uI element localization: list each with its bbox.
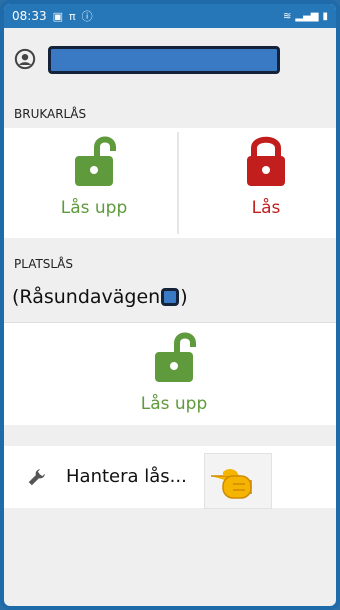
manage-locks-label: Hantera lås... [66,466,187,487]
brukarlas-lock-label: Lås [251,198,281,218]
place-name-suffix: ) [180,286,188,308]
user-row [4,28,336,92]
place-name-text: (Råsundavägen [12,286,161,308]
lock-divider [177,132,179,234]
platslas-unlock-button[interactable]: Lås upp [126,330,222,414]
status-right: ≋ ▂▄▆ ▮ [283,11,328,22]
place-redacted [161,288,180,306]
section-label-brukarlas: BRUKARLÅS [14,107,87,121]
battery-icon: ▮ [322,10,328,22]
info-icon: ⓘ [81,10,93,23]
status-time: 08:33 [12,9,47,23]
brukarlas-lock-button[interactable]: Lås [218,134,314,218]
platslas-unlock-label: Lås upp [140,394,208,414]
brukarlas-unlock-button[interactable]: Lås upp [46,134,142,218]
user-icon [14,48,36,70]
phone-screen: 08:33 ▣ π ⓘ ≋ ▂▄▆ ▮ BRUKARLÅS Lås upp Lå… [0,0,340,610]
pointing-hand-icon [204,453,272,509]
user-name-redacted [48,46,280,74]
status-bar: 08:33 ▣ π ⓘ ≋ ▂▄▆ ▮ [4,4,336,28]
unlocked-padlock-icon [75,136,116,186]
signal-icon: ▂▄▆ [295,10,319,22]
wifi-icon: ≋ [283,10,292,22]
manage-locks-row[interactable]: Hantera lås... [4,446,336,508]
locked-padlock-icon [247,136,285,186]
gallery-icon: ▣ [52,9,63,23]
unlocked-padlock-icon [155,332,196,382]
brukarlas-unlock-label: Lås upp [60,198,128,218]
wrench-icon [28,469,45,486]
pi-icon: π [69,9,76,23]
status-left: 08:33 ▣ π ⓘ [12,8,93,24]
place-name: (Råsundavägen ) [12,286,188,308]
section-label-platslas: PLATSLÅS [14,257,73,271]
